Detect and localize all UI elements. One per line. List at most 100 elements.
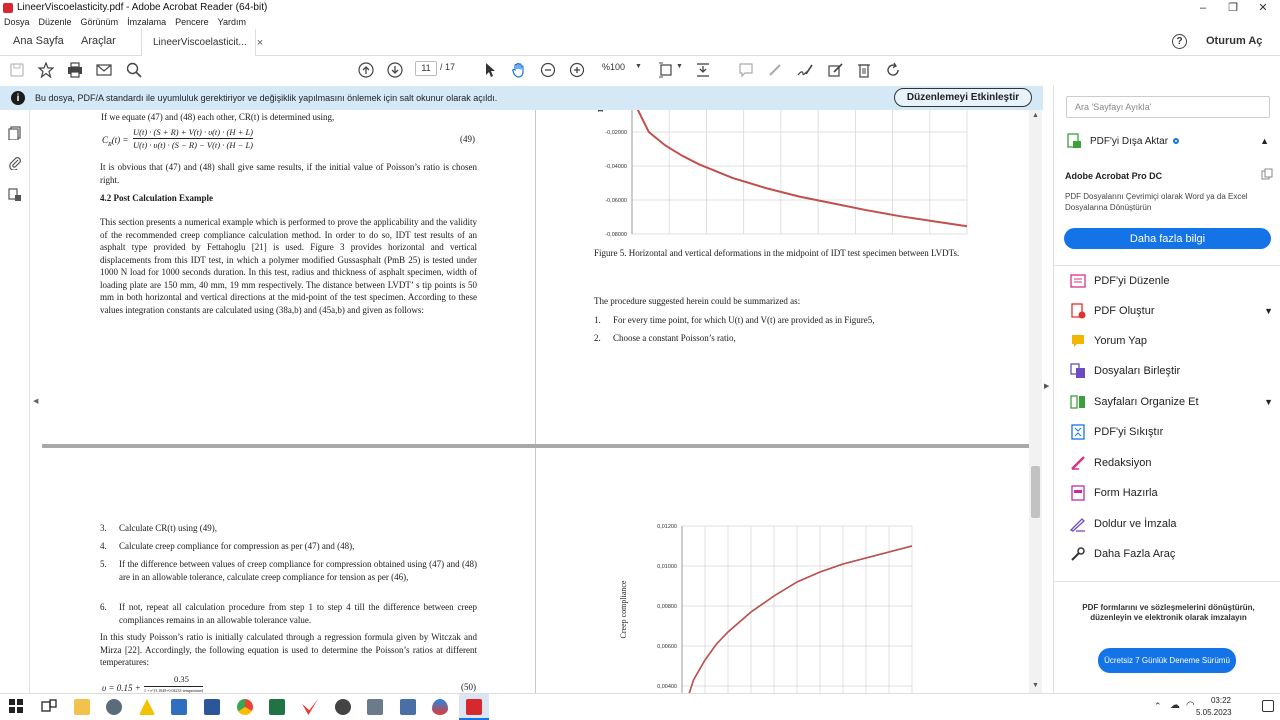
zoom-dropdown-icon[interactable]: ▼ (635, 63, 642, 70)
tab-home[interactable]: Ana Sayfa (13, 35, 64, 47)
task-view-icon[interactable] (41, 699, 57, 715)
page-down-icon[interactable] (386, 61, 404, 79)
clock-time[interactable]: 03:22 (1206, 696, 1236, 705)
hand-tool-icon[interactable] (510, 61, 528, 79)
scroll-thumb[interactable] (1031, 466, 1040, 518)
start-icon[interactable] (9, 699, 25, 715)
menu-file[interactable]: Dosya (4, 17, 30, 27)
calculator-icon[interactable] (171, 699, 187, 715)
tool-comment[interactable]: Yorum Yap (1070, 330, 1275, 352)
menu-sign[interactable]: İmzalama (127, 17, 166, 27)
signin-button[interactable]: Oturum Aç (1206, 35, 1262, 47)
app-check-icon[interactable] (302, 699, 318, 715)
chevron-down-icon[interactable]: ▼ (1264, 306, 1273, 316)
search-icon[interactable] (125, 61, 143, 79)
rotate-icon[interactable] (884, 61, 902, 79)
tab-document[interactable]: LineerViscoelasticit... × (141, 29, 263, 56)
vertical-scrollbar[interactable]: ▲ ▼ (1029, 110, 1042, 693)
eq50-numerator: 0.35 (174, 674, 189, 684)
panel-divider (1054, 581, 1280, 582)
right-panel-toggle-icon[interactable]: ▶ (1044, 382, 1049, 390)
tool-label: PDF'yi Sıkıştır (1094, 426, 1164, 438)
doc-intro-eq49: If we equate (47) and (48) each other, C… (101, 112, 335, 122)
tool-more-tools[interactable]: Daha Fazla Araç (1070, 543, 1275, 565)
word-icon[interactable] (204, 699, 220, 715)
print-icon[interactable] (66, 61, 84, 79)
page-up-icon[interactable] (357, 61, 375, 79)
tools-search-input[interactable]: Ara 'Sayfayı Ayıkla' (1066, 96, 1270, 118)
page-thumbnails-icon[interactable] (8, 126, 22, 141)
zoom-out-icon[interactable] (539, 61, 557, 79)
security-lock-icon[interactable] (8, 188, 22, 202)
tool-compress-pdf[interactable]: PDF'yi Sıkıştır (1070, 421, 1275, 443)
zoom-in-icon[interactable] (568, 61, 586, 79)
clock-date[interactable]: 5.05.2023 (1196, 708, 1232, 717)
tab-tools[interactable]: Araçlar (81, 35, 116, 47)
cloud-icon[interactable]: ☁ (1170, 700, 1180, 711)
export-pdf-item[interactable]: PDF'yi Dışa Aktar ▲ (1066, 130, 1271, 152)
tool-organize-pages[interactable]: Sayfaları Organize Et ▼ (1070, 391, 1275, 413)
restore-button[interactable]: ❐ (1218, 0, 1248, 15)
enable-editing-button[interactable]: Düzenlemeyi Etkinleştir (894, 88, 1032, 107)
camera-icon[interactable] (367, 699, 383, 715)
tool-redact[interactable]: Redaksiyon (1070, 452, 1275, 474)
tool-create-pdf[interactable]: PDF Oluştur ▼ (1070, 300, 1275, 322)
tool-combine-files[interactable]: Dosyaları Birleştir (1070, 360, 1275, 382)
monitor-app-icon[interactable] (400, 699, 416, 715)
poisson-paragraph: In this study Poisson’s ratio is initial… (100, 632, 477, 667)
media-app-icon[interactable] (335, 699, 351, 715)
tool-fill-sign[interactable]: Doldur ve İmzala (1070, 513, 1275, 535)
menu-window[interactable]: Pencere (175, 17, 209, 27)
promo-text: PDF formlarını ve sözleşmelerini dönüştü… (1082, 603, 1255, 622)
wifi-icon[interactable]: ◠ (1186, 700, 1195, 711)
menu-help[interactable]: Yardım (218, 17, 246, 27)
learn-more-button[interactable]: Daha fazla bilgi (1064, 228, 1271, 249)
edit-pdf-icon[interactable] (826, 61, 844, 79)
taskbar: ⌃ ☁ ◠ (0, 693, 1280, 720)
help-icon[interactable]: ? (1172, 34, 1187, 49)
chevron-down-icon[interactable]: ▼ (1264, 397, 1273, 407)
right-panel-toggle[interactable]: ▶ (1043, 86, 1053, 693)
deformation-chart: -0,02000 -0,04000 -0,06000 -0,08000 (605, 110, 968, 238)
attachment-icon[interactable] (8, 156, 22, 171)
page-number-input[interactable]: 11 (415, 61, 437, 76)
mail-icon[interactable] (95, 61, 113, 79)
tool-edit-pdf[interactable]: PDF'yi Düzenle (1070, 270, 1275, 292)
page-total: / 17 (440, 62, 456, 72)
info-message: Bu dosya, PDF/A standardı ile uyumluluk … (35, 93, 498, 103)
tool-label: PDF'yi Düzenle (1094, 275, 1170, 287)
tray-expand-icon[interactable]: ⌃ (1154, 701, 1162, 712)
notifications-icon[interactable] (1262, 700, 1274, 712)
page-fit-icon[interactable] (657, 61, 675, 79)
excel-icon[interactable] (269, 699, 285, 715)
chrome-icon[interactable] (237, 699, 253, 715)
scroll-up-icon[interactable]: ▲ (1032, 112, 1039, 119)
menu-view[interactable]: Görünüm (81, 17, 119, 27)
comment-icon[interactable] (737, 61, 755, 79)
menu-edit[interactable]: Düzenle (39, 17, 72, 27)
select-cursor-icon[interactable] (481, 61, 499, 79)
scroll-mode-icon[interactable] (694, 61, 712, 79)
highlight-pen-icon[interactable] (766, 61, 784, 79)
tool-prepare-form[interactable]: Form Hazırla (1070, 482, 1275, 504)
page-fit-dropdown-icon[interactable]: ▼ (676, 63, 683, 70)
bookmark-star-icon[interactable] (37, 61, 55, 79)
close-window-button[interactable]: ✕ (1248, 0, 1278, 15)
save-icon[interactable] (8, 61, 26, 79)
settings-app-icon[interactable] (106, 699, 122, 715)
left-panel-toggle-icon[interactable]: ◀ (33, 397, 38, 405)
copy-icon[interactable] (1261, 168, 1273, 180)
tab-close-icon[interactable]: × (257, 37, 263, 49)
minimize-button[interactable]: – (1188, 0, 1218, 15)
scroll-down-icon[interactable]: ▼ (1032, 682, 1039, 689)
app-triangle-icon[interactable] (139, 699, 155, 715)
free-trial-button[interactable]: Ücretsiz 7 Günlük Deneme Sürümü (1098, 648, 1236, 673)
file-explorer-icon[interactable] (74, 699, 90, 715)
chevron-up-icon[interactable]: ▲ (1260, 136, 1269, 146)
acrobat-taskbar-button[interactable] (459, 694, 489, 720)
drop-app-icon[interactable] (432, 699, 448, 715)
delete-icon[interactable] (855, 61, 873, 79)
document-viewport[interactable]: If we equate (47) and (48) each other, C… (42, 110, 1029, 693)
sign-icon[interactable] (796, 61, 814, 79)
zoom-level[interactable]: %100 (602, 62, 625, 72)
